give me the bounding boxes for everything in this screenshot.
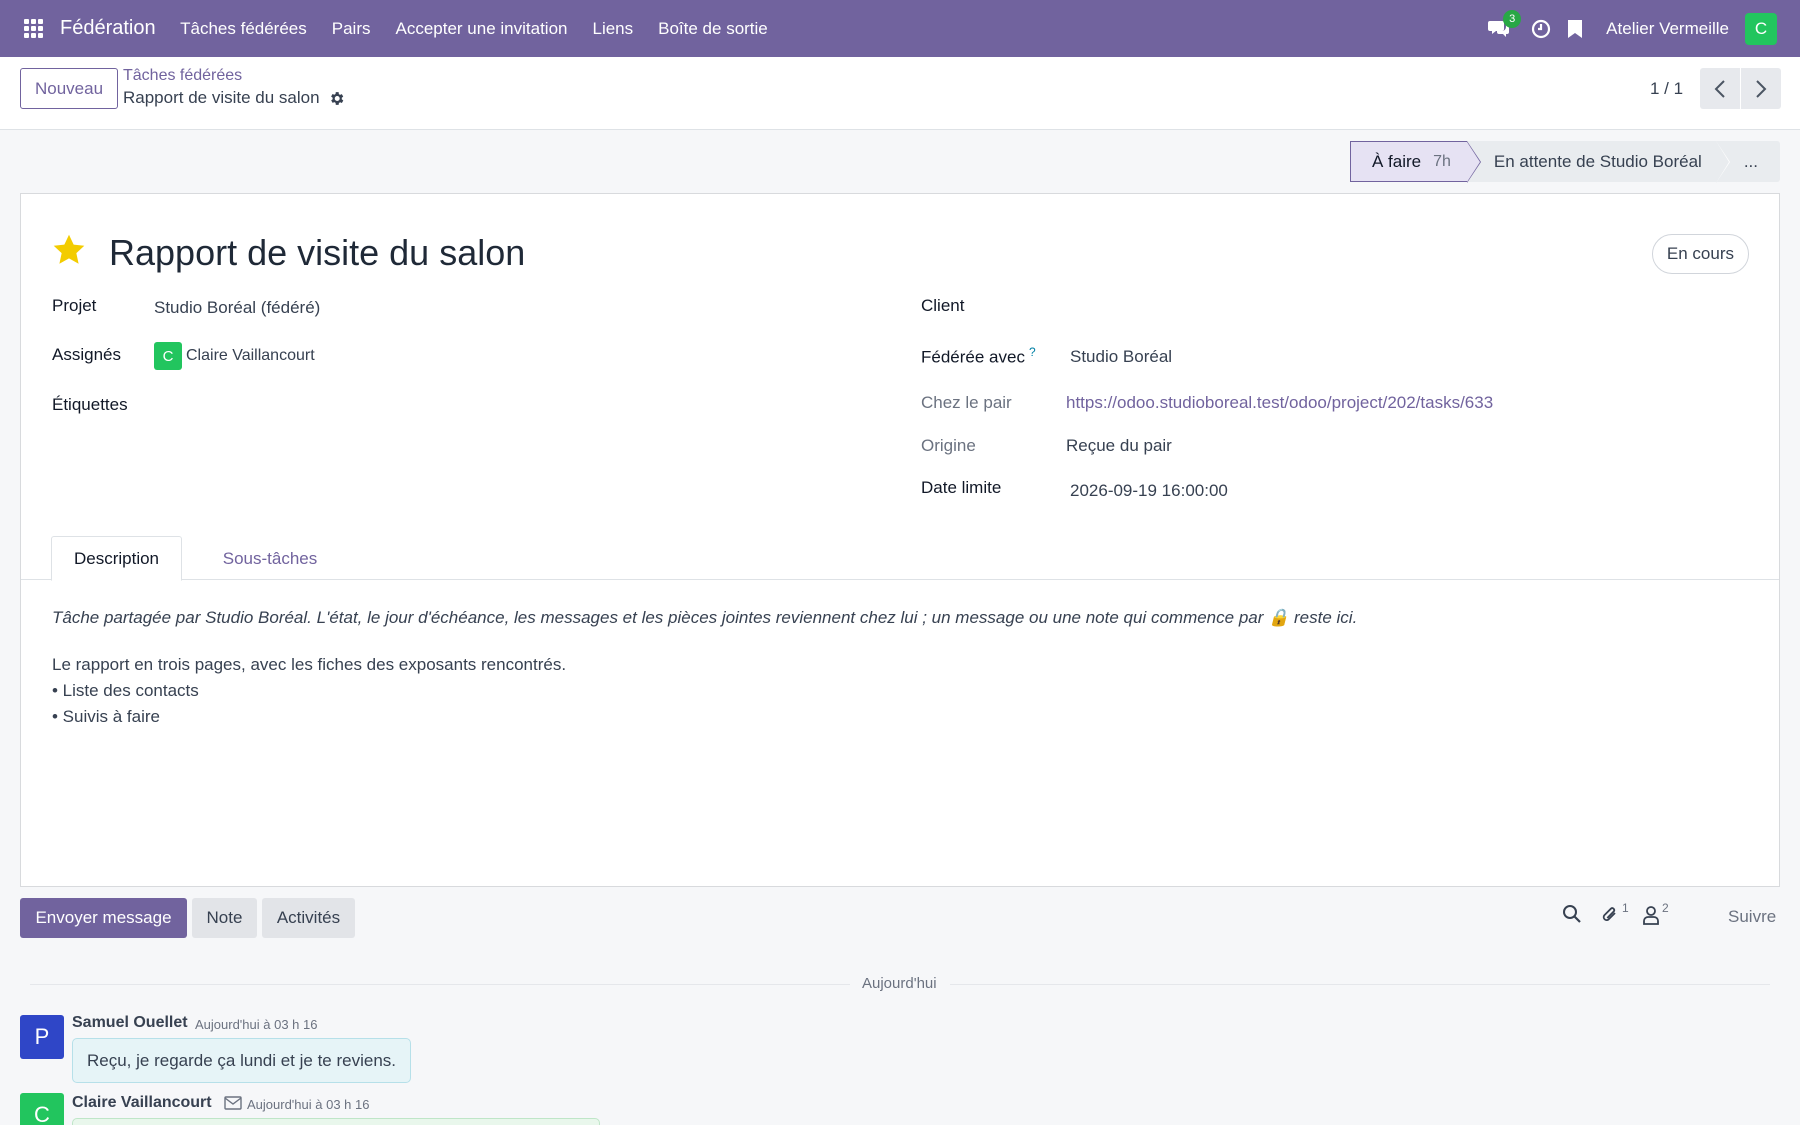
log-note-button[interactable]: Note bbox=[192, 898, 257, 938]
peer-label: Chez le pair bbox=[921, 393, 1012, 412]
stage-en-attente-label: En attente de Studio Boréal bbox=[1493, 151, 1702, 171]
origin-label: Origine bbox=[921, 436, 976, 455]
author-avatar[interactable]: P bbox=[20, 1015, 64, 1059]
message-date: Aujourd'hui à 03 h 16 bbox=[247, 1097, 370, 1112]
search-messages-button[interactable] bbox=[1562, 904, 1582, 930]
tab-sous-taches[interactable]: Sous-tâches bbox=[202, 536, 338, 581]
date-separator-line bbox=[30, 984, 850, 985]
activities-button[interactable]: Activités bbox=[262, 898, 355, 938]
help-tooltip-icon[interactable]: ? bbox=[1029, 345, 1036, 359]
federated-label-text: Fédérée avec bbox=[921, 347, 1025, 367]
menu-liens[interactable]: Liens bbox=[580, 0, 646, 57]
pager-previous-button[interactable] bbox=[1700, 68, 1740, 109]
stage-en-attente[interactable]: En attente de Studio Boréal bbox=[1466, 141, 1730, 183]
envelope-icon bbox=[224, 1096, 242, 1110]
control-panel: Nouveau Tâches fédérées Rapport de visit… bbox=[0, 57, 1800, 130]
project-field[interactable]: Studio Boréal (fédéré) bbox=[154, 298, 320, 318]
bookmark-icon[interactable] bbox=[1558, 12, 1592, 46]
notebook-tabs: Description Sous-tâches bbox=[21, 536, 1779, 581]
chevron-left-icon bbox=[1714, 79, 1725, 98]
user-avatar[interactable]: C bbox=[1745, 12, 1777, 45]
description-bullet[interactable]: • Liste des contacts bbox=[52, 681, 199, 701]
task-state-button[interactable]: En cours bbox=[1651, 234, 1749, 274]
tags-field[interactable] bbox=[154, 389, 854, 419]
company-switcher[interactable]: Atelier Vermeille bbox=[1606, 19, 1729, 39]
date-separator-label: Aujourd'hui bbox=[862, 975, 937, 992]
pager-next-button[interactable] bbox=[1741, 68, 1781, 109]
form-sheet: Rapport de visite du salon En cours Proj… bbox=[20, 193, 1780, 887]
client-field[interactable] bbox=[1066, 292, 1666, 322]
followers-button[interactable]: 2 bbox=[1642, 901, 1669, 930]
search-icon bbox=[1563, 905, 1581, 923]
follow-button[interactable]: Suivre bbox=[1728, 907, 1776, 927]
message-bubble: Reçu, je regarde ça lundi et je te revie… bbox=[72, 1038, 412, 1083]
apps-menu-icon[interactable] bbox=[16, 12, 50, 46]
deadline-label: Date limite bbox=[921, 478, 1002, 497]
tab-description[interactable]: Description bbox=[51, 536, 182, 581]
tags-label: Étiquettes bbox=[52, 395, 128, 414]
project-label: Projet bbox=[52, 296, 97, 315]
message-author[interactable]: Samuel Ouellet bbox=[72, 1014, 188, 1032]
app-name[interactable]: Fédération bbox=[60, 17, 156, 40]
description-line[interactable]: Le rapport en trois pages, avec les fich… bbox=[52, 655, 566, 675]
send-message-button[interactable]: Envoyer message bbox=[20, 898, 187, 938]
peer-url-link[interactable]: https://odoo.studioboreal.test/odoo/proj… bbox=[1066, 393, 1493, 413]
new-button[interactable]: Nouveau bbox=[20, 68, 118, 109]
federation-note: Tâche partagée par Studio Boréal. L'état… bbox=[52, 608, 1358, 627]
description-bullet[interactable]: • Suivis à faire bbox=[52, 707, 160, 727]
menu-accepter-invitation[interactable]: Accepter une invitation bbox=[383, 0, 580, 57]
assignee-name: Claire Vaillancourt bbox=[186, 347, 315, 364]
message-body: Reçu, je regarde ça lundi et je te revie… bbox=[87, 1050, 397, 1070]
origin-value: Reçue du pair bbox=[1066, 436, 1172, 455]
activity-clock-icon[interactable] bbox=[1524, 12, 1558, 46]
task-title[interactable]: Rapport de visite du salon bbox=[109, 232, 525, 274]
stage-a-faire[interactable]: À faire 7h bbox=[1349, 141, 1481, 183]
paperclip-icon bbox=[1602, 907, 1616, 921]
stage-statusbar: À faire 7h En attente de Studio Boréal .… bbox=[1349, 141, 1780, 183]
assignee-avatar: C bbox=[154, 342, 182, 370]
assignees-label: Assignés bbox=[52, 345, 121, 364]
stage-a-faire-label: À faire bbox=[1371, 151, 1422, 171]
menu-pairs[interactable]: Pairs bbox=[319, 0, 383, 57]
message-date: Aujourd'hui à 03 h 16 bbox=[195, 1017, 318, 1032]
deadline-field[interactable]: 2026-09-19 16:00:00 bbox=[1070, 481, 1228, 501]
attachments-count: 1 bbox=[1622, 901, 1629, 915]
message-bubble bbox=[72, 1118, 600, 1125]
attachments-button[interactable]: 1 bbox=[1600, 901, 1629, 930]
message-author[interactable]: Claire Vaillancourt bbox=[72, 1094, 212, 1112]
top-navbar: Fédération Tâches fédérées Pairs Accepte… bbox=[0, 0, 1800, 57]
menu-taches-federees[interactable]: Tâches fédérées bbox=[168, 0, 320, 57]
assignee-tag[interactable]: C Claire Vaillancourt bbox=[154, 342, 315, 370]
breadcrumb: Rapport de visite du salon bbox=[123, 88, 345, 108]
federated-field[interactable]: Studio Boréal bbox=[1070, 347, 1172, 367]
author-avatar[interactable]: C bbox=[20, 1093, 64, 1125]
breadcrumb-current: Rapport de visite du salon bbox=[123, 88, 320, 107]
breadcrumb-parent[interactable]: Tâches fédérées bbox=[123, 67, 242, 85]
date-separator-line bbox=[950, 984, 1770, 985]
messages-count-badge: 3 bbox=[1503, 9, 1522, 28]
gear-icon[interactable] bbox=[328, 90, 345, 107]
pager-value[interactable]: 1 / 1 bbox=[1650, 79, 1683, 99]
followers-count: 2 bbox=[1662, 901, 1669, 915]
stage-duration: 7h bbox=[1433, 152, 1451, 170]
chevron-right-icon bbox=[1756, 79, 1767, 98]
star-priority-icon[interactable] bbox=[51, 232, 87, 268]
client-label: Client bbox=[921, 296, 965, 315]
federated-label: Fédérée avec? bbox=[921, 345, 1036, 368]
messaging-icon[interactable]: 3 bbox=[1482, 9, 1522, 46]
menu-boite-de-sortie[interactable]: Boîte de sortie bbox=[646, 0, 781, 57]
user-icon bbox=[1643, 906, 1659, 925]
